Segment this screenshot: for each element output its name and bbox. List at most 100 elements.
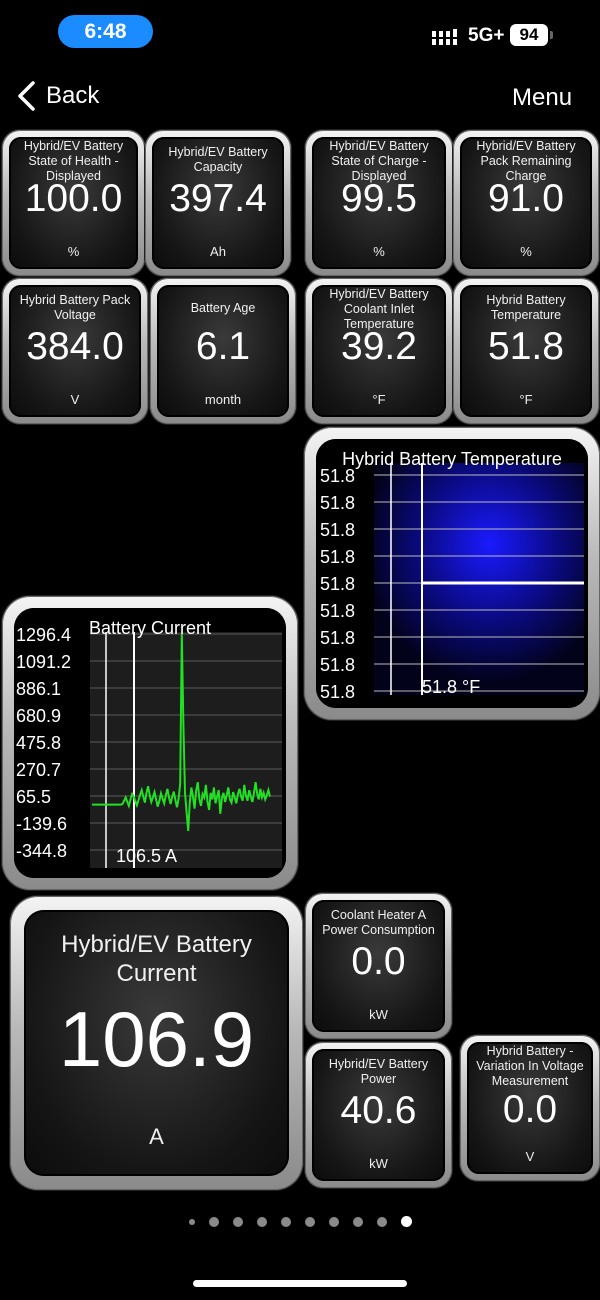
- back-button[interactable]: Back: [14, 80, 99, 112]
- gauge-face: Battery Age 6.1 month: [157, 285, 289, 417]
- gauge-unit: °F: [519, 392, 533, 407]
- temperature-graph: 51.851.851.851.851.851.851.851.851.8: [320, 463, 584, 702]
- graph-background: [374, 463, 584, 695]
- y-tick-label: 680.9: [16, 706, 61, 726]
- gauge-title: Coolant Heater A Power Consumption: [322, 908, 435, 937]
- gauge-value: 39.2: [341, 325, 417, 368]
- gauge-value: 397.4: [169, 177, 267, 220]
- gauge-face: Hybrid/EV Battery Coolant Inlet Temperat…: [312, 285, 446, 417]
- gauge-face: Hybrid/EV Battery Power 40.6 kW: [312, 1049, 445, 1181]
- page-dot[interactable]: [352, 1216, 363, 1227]
- page-indicator[interactable]: [0, 1216, 600, 1227]
- menu-button[interactable]: Menu: [512, 84, 572, 112]
- gauge-value: 51.8: [488, 325, 564, 368]
- gauge-value: 100.0: [24, 177, 123, 220]
- gauge-value: 6.1: [195, 325, 251, 368]
- gauge-title: Hybrid/EV Battery Power: [328, 1057, 429, 1086]
- current-graph-gauge[interactable]: 1296.4 1091.2 886.1 680.9 475.8 270.7 65.5 -139…: [2, 596, 298, 890]
- status-time: 6:48: [58, 15, 153, 48]
- gauge-title: Hybrid Battery - Variation In Voltage Me…: [476, 1044, 584, 1088]
- gauge-unit: °F: [372, 392, 386, 407]
- y-tick-label: 51.8: [320, 682, 355, 702]
- gauge-title: Hybrid/EV Battery Capacity: [168, 145, 268, 174]
- gauge-battery-current[interactable]: Hybrid/EV Battery Current 106.9 A: [10, 896, 303, 1190]
- gauge-face: Hybrid/EV Battery Current 106.9 A: [24, 910, 289, 1176]
- gauge-voltage-variation[interactable]: Hybrid Battery - Variation In Voltage Me…: [460, 1035, 600, 1181]
- gauge-value: 384.0: [26, 325, 124, 368]
- gauge-face: Hybrid Battery Pack Voltage 384.0 V: [9, 285, 141, 417]
- y-tick-label: 270.7: [16, 760, 61, 780]
- gauge-state-of-health[interactable]: Hybrid/EV Battery State of Health - Disp…: [2, 130, 145, 276]
- y-tick-label: 886.1: [16, 679, 61, 699]
- gauge-face: Hybrid/EV Battery Capacity 397.4 Ah: [152, 137, 284, 269]
- gauge-unit: %: [67, 244, 80, 259]
- chevron-left-icon: [18, 81, 35, 111]
- gauge-battery-age[interactable]: Battery Age 6.1 month: [150, 278, 296, 424]
- battery-icon: [550, 31, 553, 39]
- page-dot[interactable]: [188, 1218, 195, 1225]
- gauge-value: 0.0: [351, 940, 406, 983]
- back-label: Back: [46, 82, 100, 109]
- temperature-graph-gauge[interactable]: 51.8 51.8 51.8 51.8 51.8 51.8 51.8 51.8 51.8 Hyb…: [304, 427, 600, 720]
- y-tick-label: -344.8: [16, 841, 67, 861]
- gauge-face: Hybrid Battery Temperature 51.8 °F: [460, 285, 592, 417]
- graph-background: [90, 632, 282, 868]
- page-dot[interactable]: [256, 1216, 267, 1227]
- gauge-remaining-charge[interactable]: Hybrid/EV Battery Pack Remaining Charge …: [453, 130, 599, 276]
- graph-title: Battery Current: [88, 618, 212, 638]
- page-dot[interactable]: [376, 1216, 387, 1227]
- gauge-title: Hybrid/EV Battery Current: [61, 931, 252, 987]
- gauge-value: 99.5: [341, 177, 417, 220]
- y-tick-label: 51.8: [320, 601, 355, 621]
- network-type: 5G+: [468, 25, 505, 46]
- gauge-face: Hybrid/EV Battery State of Charge - Disp…: [312, 137, 446, 269]
- page-dot[interactable]: [304, 1216, 315, 1227]
- y-tick-label: 1091.2: [16, 652, 71, 672]
- gauge-value: 0.0: [502, 1088, 558, 1131]
- y-tick-label: 65.5: [16, 787, 51, 807]
- gauge-unit: V: [525, 1149, 535, 1164]
- gauge-value: 40.6: [340, 1089, 417, 1132]
- gauge-face: Hybrid/EV Battery State of Health - Disp…: [9, 137, 138, 269]
- gauge-unit: month: [204, 392, 242, 407]
- gauge-battery-temperature[interactable]: Hybrid Battery Temperature 51.8 °F: [453, 278, 599, 424]
- home-indicator[interactable]: [193, 1280, 407, 1287]
- y-tick-label: 51.8: [320, 520, 355, 540]
- gauge-value: 91.0: [488, 177, 564, 220]
- gauge-battery-power[interactable]: Hybrid/EV Battery Power 40.6 kW: [305, 1042, 452, 1188]
- signal-icon: [432, 29, 457, 45]
- gauge-face: Hybrid Battery - Variation In Voltage Me…: [467, 1042, 593, 1174]
- page-dot-active[interactable]: [400, 1216, 412, 1227]
- gauge-coolant-heater-power[interactable]: Coolant Heater A Power Consumption 0.0 k…: [305, 893, 452, 1039]
- gauge-state-of-charge[interactable]: Hybrid/EV Battery State of Charge - Disp…: [305, 130, 453, 276]
- gauge-unit: V: [70, 392, 80, 407]
- page-dot[interactable]: [208, 1216, 219, 1227]
- temperature-graph-face: 51.8 51.8 51.8 51.8 51.8 51.8 51.8 51.8 51.8 Hyb…: [316, 439, 588, 708]
- y-tick-label: 475.8: [16, 733, 61, 753]
- gauge-unit: %: [373, 244, 385, 259]
- gauge-title: Battery Age: [190, 301, 256, 315]
- gauge-battery-capacity[interactable]: Hybrid/EV Battery Capacity 397.4 Ah: [145, 130, 291, 276]
- gauge-face: Hybrid/EV Battery Pack Remaining Charge …: [460, 137, 592, 269]
- graph-title: Hybrid Battery Temperature: [342, 449, 562, 469]
- gauge-pack-voltage[interactable]: Hybrid Battery Pack Voltage 384.0 V: [2, 278, 148, 424]
- page-dot[interactable]: [232, 1216, 243, 1227]
- battery-level: 94: [510, 24, 548, 46]
- gauge-unit: kW: [369, 1007, 388, 1022]
- gauge-face: Coolant Heater A Power Consumption 0.0 k…: [312, 900, 445, 1032]
- y-tick-label: 51.8: [320, 493, 355, 513]
- gauge-unit: A: [149, 1124, 164, 1149]
- current-graph-face: 1296.4 1091.2 886.1 680.9 475.8 270.7 65.5 -139…: [14, 608, 286, 878]
- gauge-unit: Ah: [210, 244, 226, 259]
- graph-readout: 106.5 A: [116, 846, 178, 866]
- gauge-coolant-inlet-temperature[interactable]: Hybrid/EV Battery Coolant Inlet Temperat…: [305, 278, 453, 424]
- y-tick-label: 51.8: [320, 628, 355, 648]
- y-tick-label: -139.6: [16, 814, 67, 834]
- page-dot[interactable]: [280, 1216, 291, 1227]
- gauge-title: Hybrid Battery Pack Voltage: [19, 293, 131, 322]
- current-graph: 1296.41091.2886.1680.9475.8270.765.5-139…: [16, 625, 282, 868]
- y-tick-label: 51.8: [320, 547, 355, 567]
- graph-readout: 51.8 °F: [422, 677, 481, 697]
- page-dot[interactable]: [328, 1216, 339, 1227]
- gauge-value: 106.9: [58, 995, 255, 1083]
